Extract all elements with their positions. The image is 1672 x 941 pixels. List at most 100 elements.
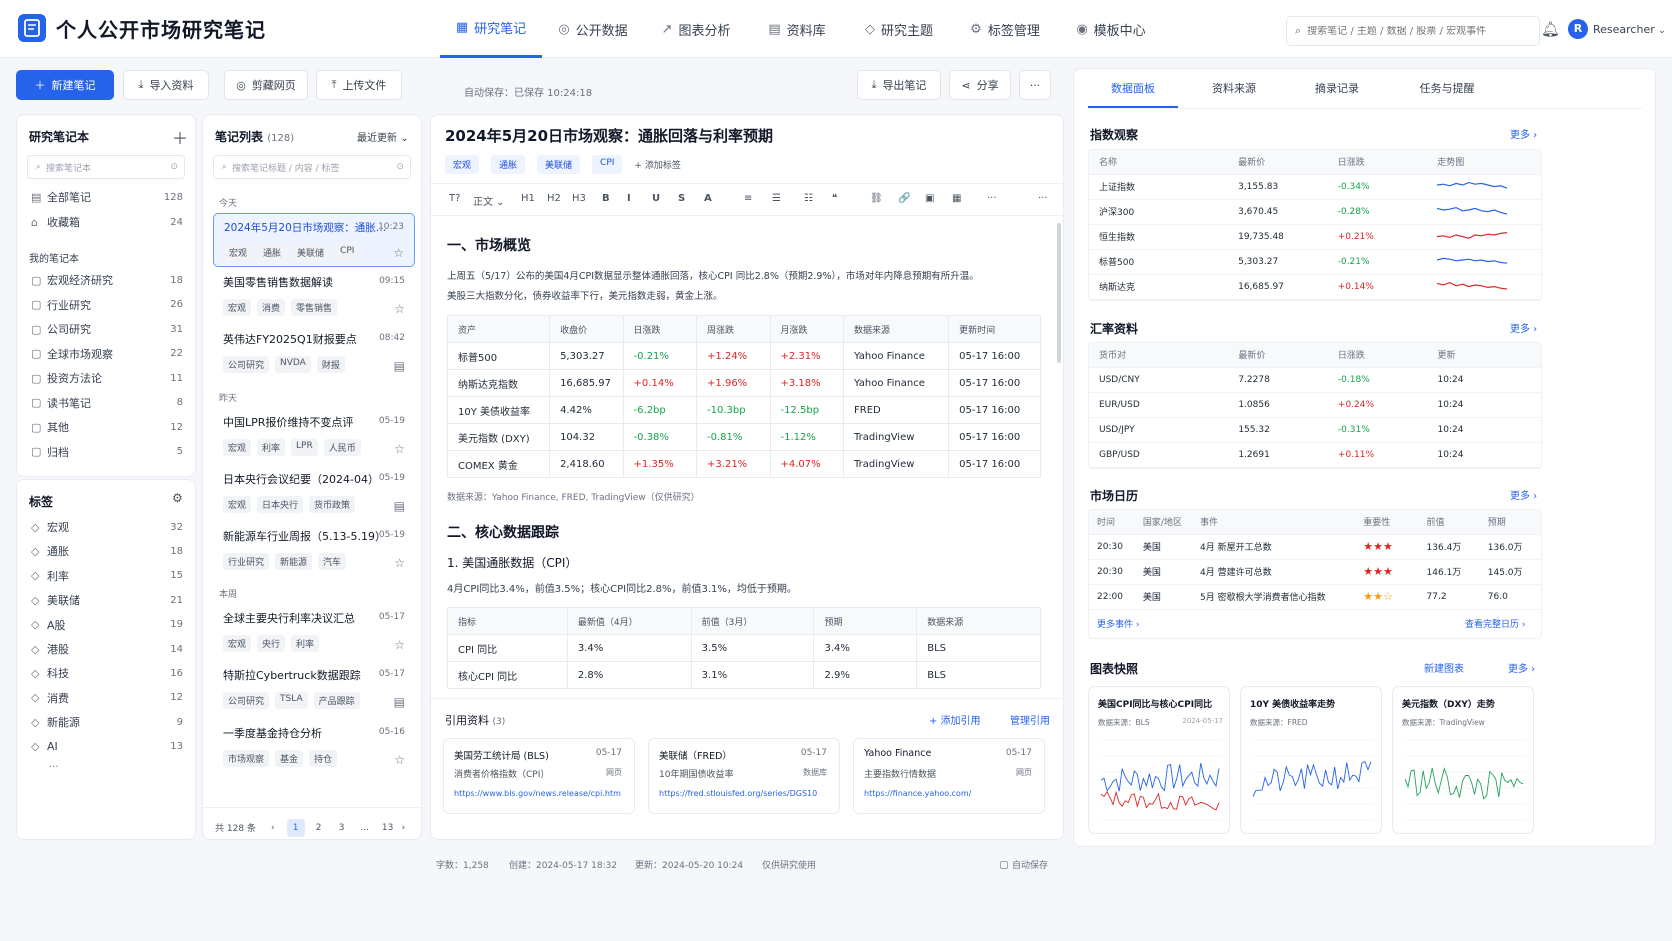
search-input[interactable] <box>1307 25 1533 37</box>
star-icon[interactable]: ☆ <box>394 302 405 316</box>
tag-item[interactable]: ◇ 利率 15 <box>31 565 183 587</box>
tag-item[interactable]: ◇ 科技 16 <box>31 662 183 684</box>
h2-button[interactable]: H2 <box>547 193 561 204</box>
table-row[interactable]: USD/CNY 7.2278 -0.18% 10:24 <box>1089 367 1541 393</box>
table-row[interactable]: 上证指数 3,155.83 -0.34% <box>1089 174 1541 200</box>
italic-icon[interactable]: I <box>627 193 631 204</box>
global-search[interactable]: ⌕ <box>1286 16 1540 46</box>
tag-item[interactable]: ◇ 港股 14 <box>31 638 183 660</box>
sort-select[interactable]: 最近更新 ⌄ <box>357 129 409 144</box>
note-list-item[interactable]: 特斯拉Cybertruck数据跟踪 05-17 公司研究 TSLA 产品跟踪 ▤ <box>213 661 415 715</box>
manage-references-button[interactable]: 管理引用 <box>1010 712 1050 727</box>
note-list-item[interactable]: 美国零售销售数据解读 09:15 宏观 消费 零售销售 ☆ <box>213 268 415 322</box>
sidebar-item[interactable]: ▤ 全部笔记 128 <box>31 186 183 208</box>
new-note-button[interactable]: ＋ 新建笔记 <box>16 70 114 100</box>
reference-card[interactable]: Yahoo Finance 05-17 主要指数行情数据 网页 https://fina… <box>853 738 1045 814</box>
h1-button[interactable]: H1 <box>521 193 535 204</box>
star-icon[interactable]: ☆ <box>394 442 405 456</box>
avatar[interactable]: R <box>1568 19 1588 39</box>
page-button[interactable]: 2 <box>310 819 328 837</box>
tag-item[interactable]: ◇ AI 13 <box>31 736 183 758</box>
page-button[interactable]: ... <box>356 819 374 837</box>
right-tab[interactable]: 任务与提醒 <box>1392 69 1502 108</box>
image-icon[interactable]: ▣ <box>925 193 934 204</box>
sidebar-item[interactable]: ▢ 读书笔记 8 <box>31 392 183 414</box>
note-list-item[interactable]: 一季度基金持仓分析 05-16 市场观察 基金 持仓 ☆ <box>213 719 415 773</box>
page-button[interactable]: 13 <box>379 819 397 837</box>
add-tag-button[interactable]: + 添加标签 <box>634 155 680 174</box>
table-icon[interactable]: ▦ <box>952 193 961 204</box>
note-title[interactable]: 2024年5月20日市场观察：通胀回落与利率预期 <box>445 125 773 146</box>
sidebar-item[interactable]: ▢ 归档 5 <box>31 441 183 463</box>
table-row[interactable]: GBP/USD 1.2691 +0.11% 10:24 <box>1089 442 1541 468</box>
document-icon[interactable]: ▤ <box>394 499 405 513</box>
tag-item[interactable]: ◇ 新能源 9 <box>31 711 183 733</box>
table-row[interactable]: USD/JPY 155.32 -0.31% 10:24 <box>1089 417 1541 443</box>
reference-card[interactable]: 美国劳工统计局 (BLS) 05-17 消费者价格指数（CPI） 网页 https://… <box>443 738 635 814</box>
table-row[interactable]: 22:00 美国 5月 密歇根大学消费者信心指数 ★★☆ 77.2 76.0 <box>1089 584 1541 610</box>
share-button[interactable]: ⋖ 分享 <box>949 70 1011 100</box>
editor-tag[interactable]: 宏观 <box>445 155 480 174</box>
quote-icon[interactable]: ❝ <box>832 193 837 204</box>
scrollbar[interactable] <box>1057 223 1061 363</box>
chart-card[interactable]: 美国CPI同比与核心CPI同比 数据来源：BLS 2024-05-17 <box>1088 686 1230 834</box>
autosave-toggle[interactable]: 自动保存 <box>1000 858 1048 871</box>
strikethrough-icon[interactable]: S <box>678 193 685 204</box>
numbered-list-icon[interactable]: ☷ <box>804 193 813 204</box>
note-list-item[interactable]: 2024年5月20日市场观察：通胀回落与利率预期10:23 宏观通胀美联储 CPI ☆ <box>213 213 415 267</box>
chart-card[interactable]: 10Y 美债收益率走势 数据来源：FRED <box>1240 686 1382 834</box>
tag-item[interactable]: ◇ 通胀 18 <box>31 540 183 562</box>
align-icon[interactable]: ≡ <box>744 193 752 204</box>
table-row[interactable]: 标普500 5,303.27 -0.21% <box>1089 249 1541 275</box>
tag-item[interactable]: ◇ 宏观 32 <box>31 516 183 538</box>
clip-web-button[interactable]: ◎ 剪藏网页 <box>224 70 308 100</box>
text-color-icon[interactable]: A <box>704 193 712 204</box>
right-tab[interactable]: 摘录记录 <box>1290 69 1384 108</box>
add-reference-button[interactable]: + 添加引用 <box>929 712 981 727</box>
star-icon[interactable]: ☆ <box>394 556 405 570</box>
table-row[interactable]: 恒生指数 19,735.48 +0.21% <box>1089 224 1541 250</box>
note-list-item[interactable]: 英伟达FY2025Q1财报要点 08:42 公司研究 NVDA 财报 ▤ <box>213 325 415 379</box>
more-icon[interactable]: ··· <box>1038 193 1048 204</box>
reference-card[interactable]: 美联储（FRED） 05-17 10年期国债收益率 数据库 https://fred.s… <box>648 738 840 814</box>
page-button[interactable]: 1 <box>286 819 305 837</box>
star-icon[interactable]: ☆ <box>394 638 405 652</box>
sidebar-item[interactable]: ▢ 宏观经济研究 18 <box>31 269 183 291</box>
table-row[interactable]: 纳斯达克 16,685.97 +0.14% <box>1089 274 1541 300</box>
note-list-item[interactable]: 中国LPR报价维持不变点评 05-19 宏观 利率 LPR 人民币 ☆ <box>213 408 415 462</box>
index-more-link[interactable]: 更多 › <box>1510 126 1537 141</box>
tag-item[interactable]: ◇ 消费 12 <box>31 687 183 709</box>
user-menu[interactable]: Researcher ⌄ <box>1593 23 1666 36</box>
link-icon[interactable]: ⛓ <box>870 193 883 204</box>
table-row[interactable]: 20:30 美国 4月 营建许可总数 ★★★ 146.1万 145.0万 <box>1089 559 1541 585</box>
table-row[interactable]: 沪深300 3,670.45 -0.28% <box>1089 199 1541 225</box>
tag-item[interactable]: ◇ 美联储 21 <box>31 589 183 611</box>
sidebar-item[interactable]: ▢ 全球市场观察 22 <box>31 343 183 365</box>
chart-card[interactable]: 美元指数（DXY）走势 数据来源：TradingView <box>1392 686 1534 834</box>
table-row[interactable]: EUR/USD 1.0856 +0.24% 10:24 <box>1089 392 1541 418</box>
charts-more-link[interactable]: 更多 › <box>1508 660 1535 675</box>
sidebar-item[interactable]: ▢ 行业研究 26 <box>31 294 183 316</box>
underline-icon[interactable]: U <box>652 193 660 204</box>
upload-button[interactable]: ⤒ 上传文件 <box>316 70 402 100</box>
note-list-item[interactable]: 全球主要央行利率决议汇总 05-17 宏观 央行 利率 ☆ <box>213 604 415 658</box>
full-calendar-link[interactable]: 查看完整日历 › <box>1465 617 1525 630</box>
star-icon[interactable]: ☆ <box>394 753 405 767</box>
reference-url[interactable]: https://finance.yahoo.com/ <box>864 789 971 798</box>
more-button[interactable]: ··· <box>1019 70 1051 100</box>
note-list-item[interactable]: 日本央行会议纪要（2024-04） 05-19 宏观 日本央行 货币政策 ▤ <box>213 465 415 519</box>
nav-item-2[interactable]: ↗ 图表分析 <box>644 0 748 58</box>
editor-tag[interactable]: 通胀 <box>491 155 526 174</box>
chevron-right-icon[interactable]: › <box>402 823 406 833</box>
document-icon[interactable]: ▤ <box>394 359 405 373</box>
export-button[interactable]: ⤓ 导出笔记 <box>857 70 941 100</box>
import-button[interactable]: ⤓ 导入资料 <box>123 70 209 100</box>
document-icon[interactable]: ▤ <box>394 695 405 709</box>
sidebar-item[interactable]: ▢ 投资方法论 11 <box>31 367 183 389</box>
chevron-left-icon[interactable]: ‹ <box>271 823 275 833</box>
star-icon[interactable]: ☆ <box>393 246 404 260</box>
notebook-search[interactable]: ⌕ 搜索笔记本 ⊙ <box>27 155 185 179</box>
editor-tag[interactable]: 美联储 <box>537 155 581 174</box>
bold-icon[interactable]: B <box>602 193 610 204</box>
bullet-list-icon[interactable]: ☰ <box>772 193 781 204</box>
